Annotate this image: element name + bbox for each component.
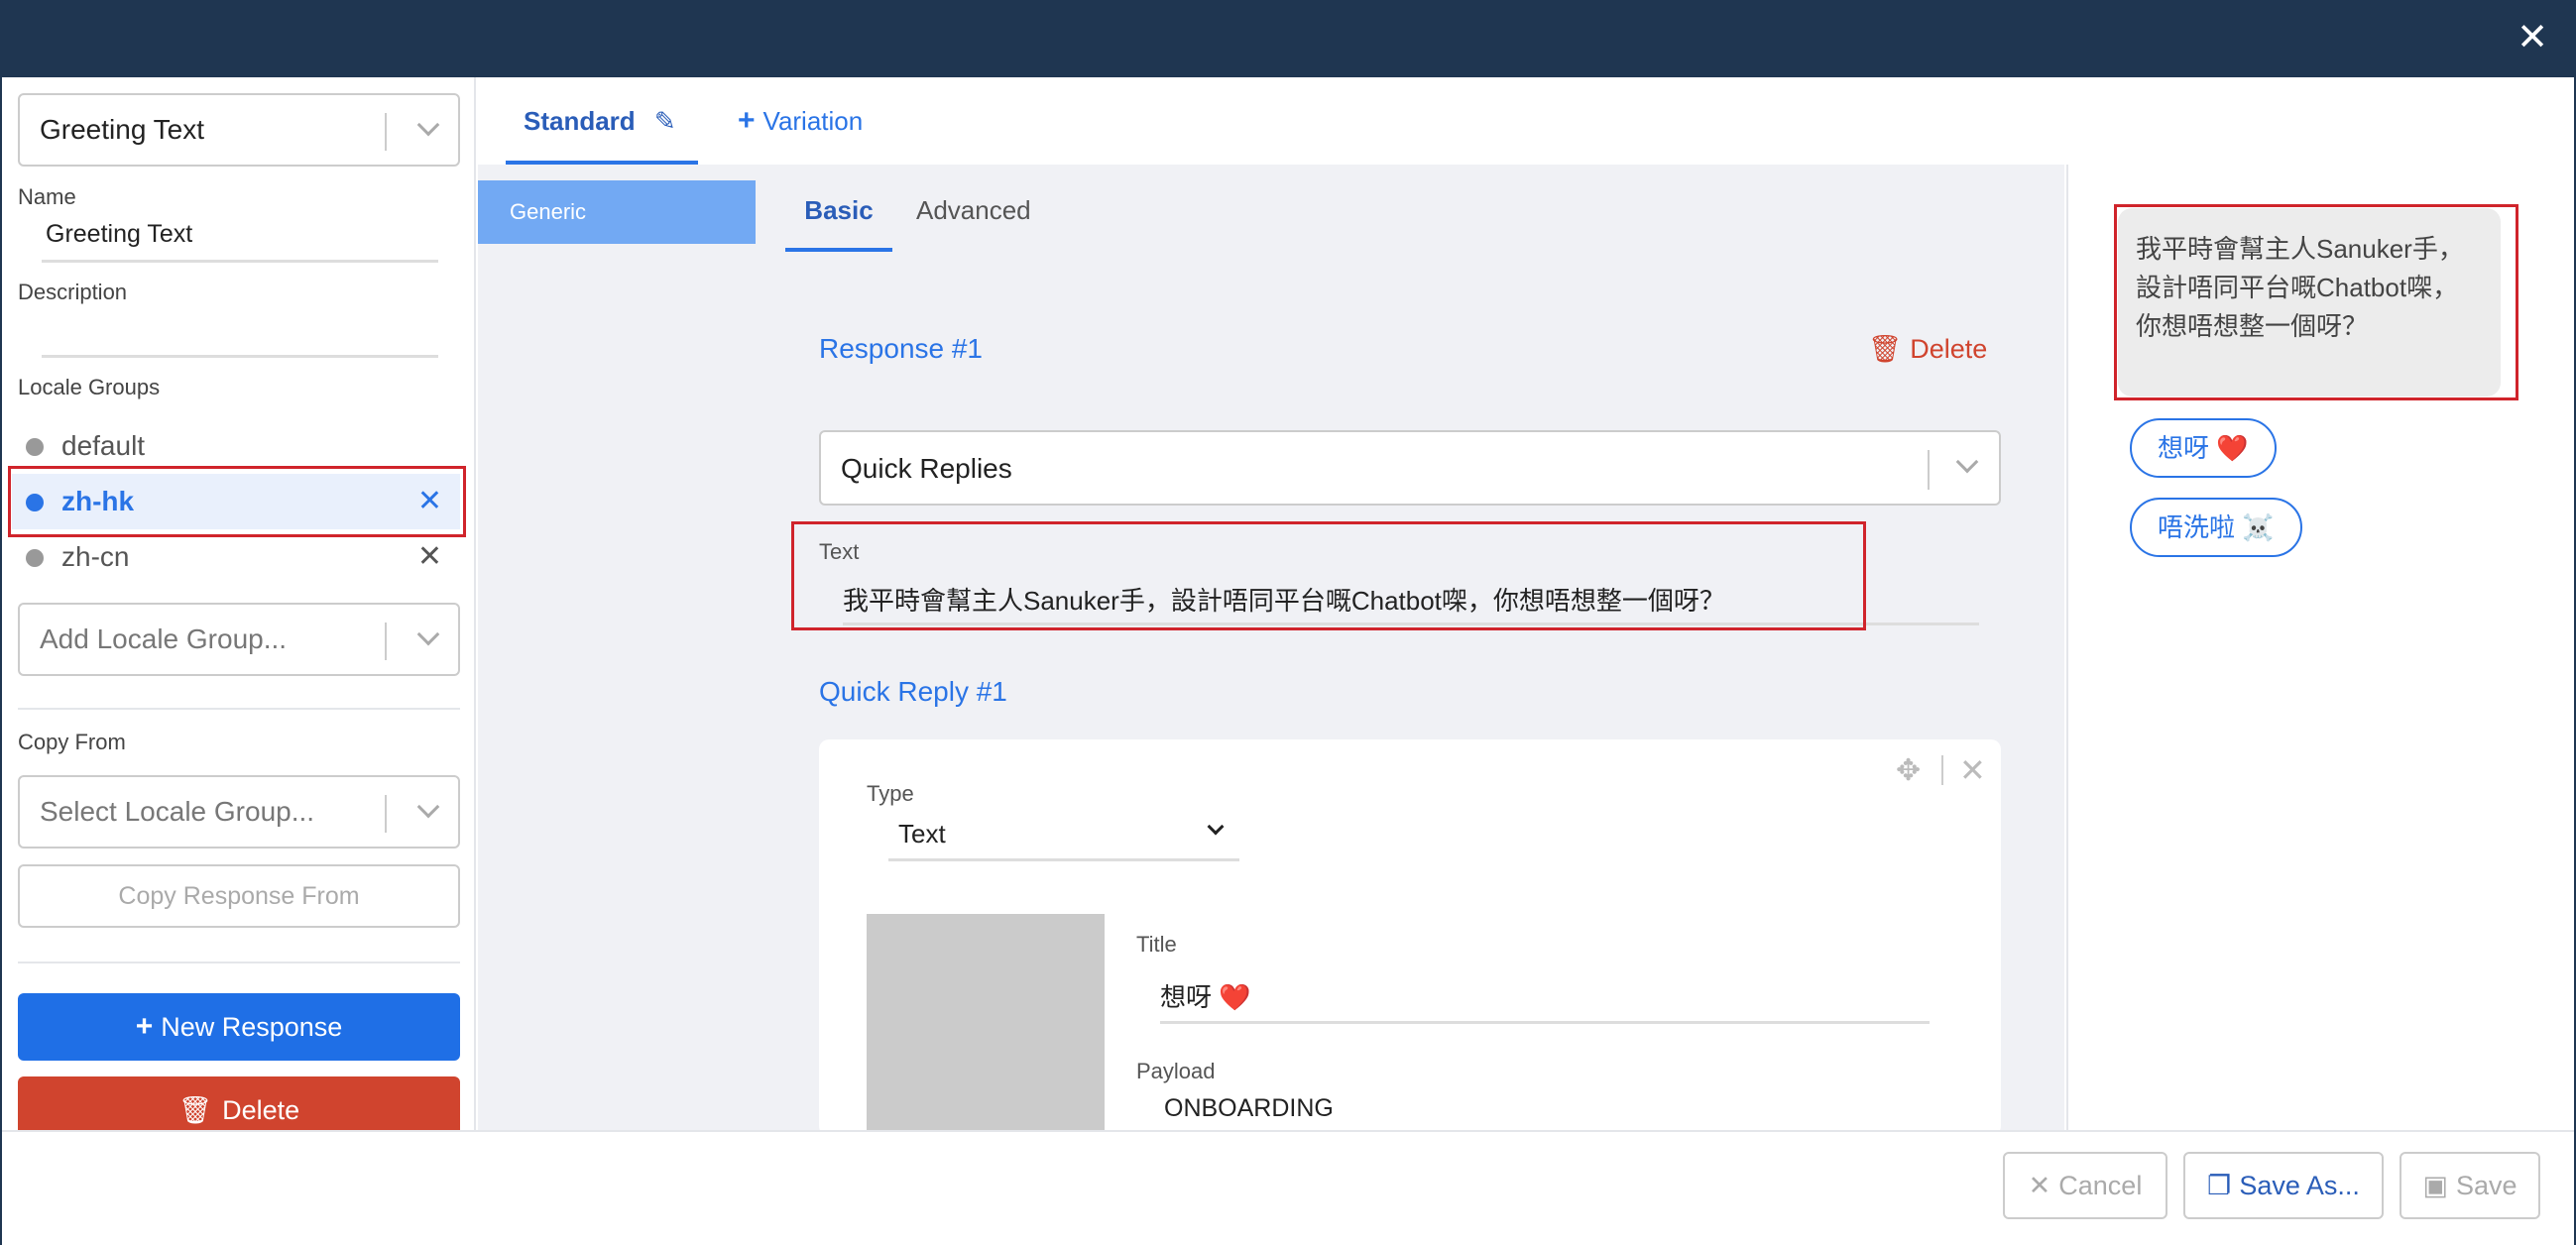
plus-icon: +	[135, 1010, 154, 1043]
copy-icon: ❐	[2207, 1171, 2232, 1200]
type-underline	[888, 858, 1239, 861]
chevron-down-icon	[416, 622, 440, 646]
highlight-box	[8, 466, 466, 537]
save-button[interactable]: ▣ Save	[2400, 1152, 2540, 1219]
description-label: Description	[18, 280, 128, 304]
new-response-button[interactable]: + New Response	[18, 993, 460, 1061]
save-as-button[interactable]: ❐ Save As...	[2183, 1152, 2384, 1219]
response-type-value: Quick Replies	[841, 453, 1012, 484]
tab-basic[interactable]: Basic	[785, 188, 892, 252]
save-as-label: Save As...	[2239, 1171, 2360, 1200]
cancel-button[interactable]: ✕ Cancel	[2003, 1152, 2167, 1219]
image-placeholder[interactable]	[867, 914, 1105, 1130]
tab-add-variation[interactable]: + Variation	[738, 77, 863, 165]
title-label: Title	[1136, 932, 1177, 957]
description-underline	[42, 355, 438, 358]
copy-from-label: Copy From	[18, 730, 126, 754]
response-select-value: Greeting Text	[40, 114, 205, 145]
pencil-icon[interactable]: ✎	[654, 106, 676, 136]
delete-link-label: Delete	[1910, 334, 1988, 364]
variation-tabs: Standard ✎ + Variation	[478, 77, 2574, 165]
trash-icon: 🗑	[1868, 334, 1903, 364]
divider	[18, 708, 460, 710]
select-separator	[385, 113, 387, 151]
type-label: Type	[867, 781, 914, 806]
trash-icon: 🗑	[177, 1095, 213, 1125]
locale-status-dot	[26, 438, 44, 456]
divider	[18, 962, 460, 963]
response-title: Response #1	[819, 333, 984, 364]
sidebar: Greeting Text Name Greeting Text Descrip…	[2, 77, 476, 1130]
cancel-label: Cancel	[2058, 1171, 2143, 1200]
payload-input[interactable]: ONBOARDING	[1164, 1094, 1334, 1123]
copy-locale-select[interactable]: Select Locale Group...	[18, 775, 460, 849]
payload-label: Payload	[1136, 1059, 1216, 1083]
quick-reply-title: Quick Reply #1	[819, 676, 1007, 707]
locale-label: zh-cn	[61, 541, 130, 572]
preview-quick-reply-chip[interactable]: 唔洗啦 ☠️	[2130, 498, 2302, 557]
locale-status-dot	[26, 549, 44, 567]
close-icon: ✕	[2028, 1171, 2051, 1200]
subtabs: Basic Advanced	[758, 165, 2064, 252]
tab-standard-label: Standard	[524, 106, 636, 136]
name-label: Name	[18, 184, 76, 209]
delete-label: Delete	[222, 1095, 300, 1125]
locale-item-zh-cn[interactable]: zh-cn ✕	[12, 529, 460, 585]
locale-label: default	[61, 430, 146, 461]
copy-response-button[interactable]: Copy Response From	[18, 864, 460, 928]
response-select[interactable]: Greeting Text	[18, 93, 460, 167]
chevron-down-icon	[1955, 450, 1979, 474]
highlight-box	[2114, 204, 2518, 400]
chevron-down-icon	[416, 795, 440, 819]
modal-titlebar: ✕	[0, 0, 2576, 77]
add-locale-select[interactable]: Add Locale Group...	[18, 603, 460, 676]
close-icon[interactable]: ✕	[2517, 18, 2548, 57]
save-label: Save	[2455, 1171, 2517, 1200]
select-separator	[385, 795, 387, 833]
highlight-box	[791, 521, 1866, 630]
preview-quick-reply-chip[interactable]: 想呀 ❤️	[2130, 418, 2277, 478]
move-icon[interactable]: ✥	[1896, 753, 1921, 788]
title-underline	[1160, 1021, 1930, 1024]
add-locale-placeholder: Add Locale Group...	[40, 623, 288, 654]
response-type-select[interactable]: Quick Replies	[819, 430, 2001, 506]
copy-locale-placeholder: Select Locale Group...	[40, 796, 315, 827]
remove-locale-icon[interactable]: ✕	[417, 539, 442, 574]
name-underline	[42, 260, 438, 263]
close-icon[interactable]: ✕	[1959, 751, 1986, 789]
title-input[interactable]: 想呀 ❤️	[1160, 977, 1251, 1014]
select-separator	[385, 622, 387, 660]
floppy-icon: ▣	[2422, 1171, 2448, 1200]
select-separator	[1928, 450, 1930, 490]
locale-groups-label: Locale Groups	[18, 375, 161, 399]
chevron-down-icon	[416, 113, 440, 137]
tab-advanced[interactable]: Advanced	[916, 188, 1031, 232]
delete-response-link[interactable]: 🗑 Delete	[1868, 333, 1987, 365]
sidebar-item-generic[interactable]: Generic	[478, 180, 756, 244]
tab-variation-label: Variation	[762, 106, 864, 136]
name-input[interactable]: Greeting Text	[46, 220, 192, 249]
card-separator	[1941, 755, 1943, 785]
delete-response-button[interactable]: 🗑 Delete	[18, 1076, 460, 1130]
plus-icon: +	[738, 104, 756, 137]
tab-standard[interactable]: Standard ✎	[506, 77, 698, 165]
type-select[interactable]: Text	[898, 819, 946, 849]
new-response-label: New Response	[161, 1012, 343, 1042]
